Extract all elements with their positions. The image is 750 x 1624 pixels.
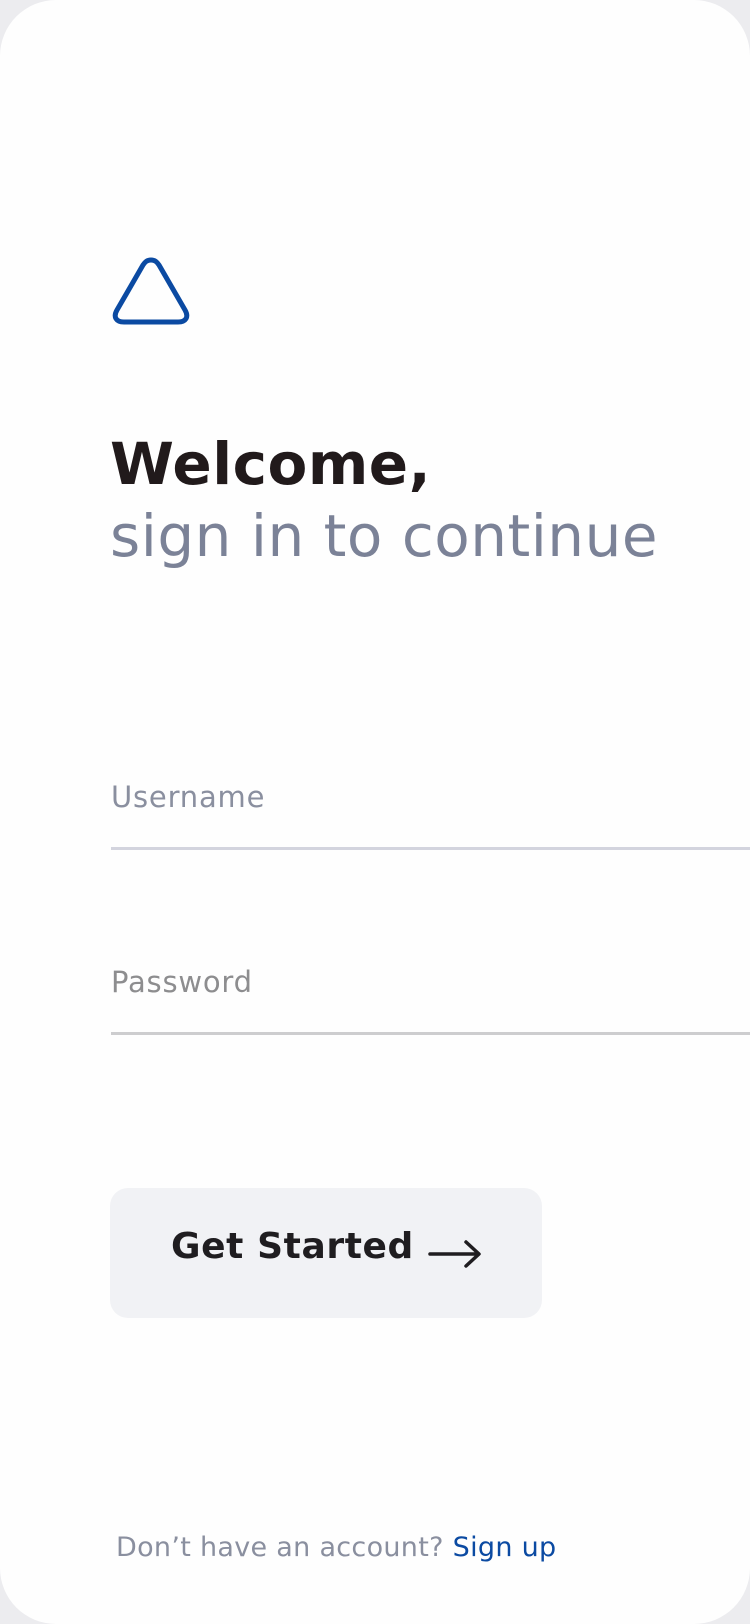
username-field [111, 767, 750, 850]
sign-in-subheading: sign in to continue [110, 502, 659, 570]
welcome-heading: Welcome, [110, 430, 432, 498]
password-input[interactable] [111, 952, 750, 1012]
password-field [111, 952, 750, 1035]
login-screen: Welcome, sign in to continue Get Started… [0, 0, 750, 1624]
get-started-label: Get Started [171, 1226, 414, 1267]
signup-prompt: Don’t have an account? [116, 1532, 444, 1563]
arrow-right-icon [428, 1240, 481, 1268]
sign-up-link[interactable]: Sign up [453, 1532, 557, 1563]
username-input[interactable] [111, 767, 750, 827]
signup-row: Don’t have an account? Sign up [116, 1532, 556, 1563]
triangle-logo-icon [112, 257, 190, 325]
get-started-button[interactable]: Get Started [110, 1188, 542, 1318]
